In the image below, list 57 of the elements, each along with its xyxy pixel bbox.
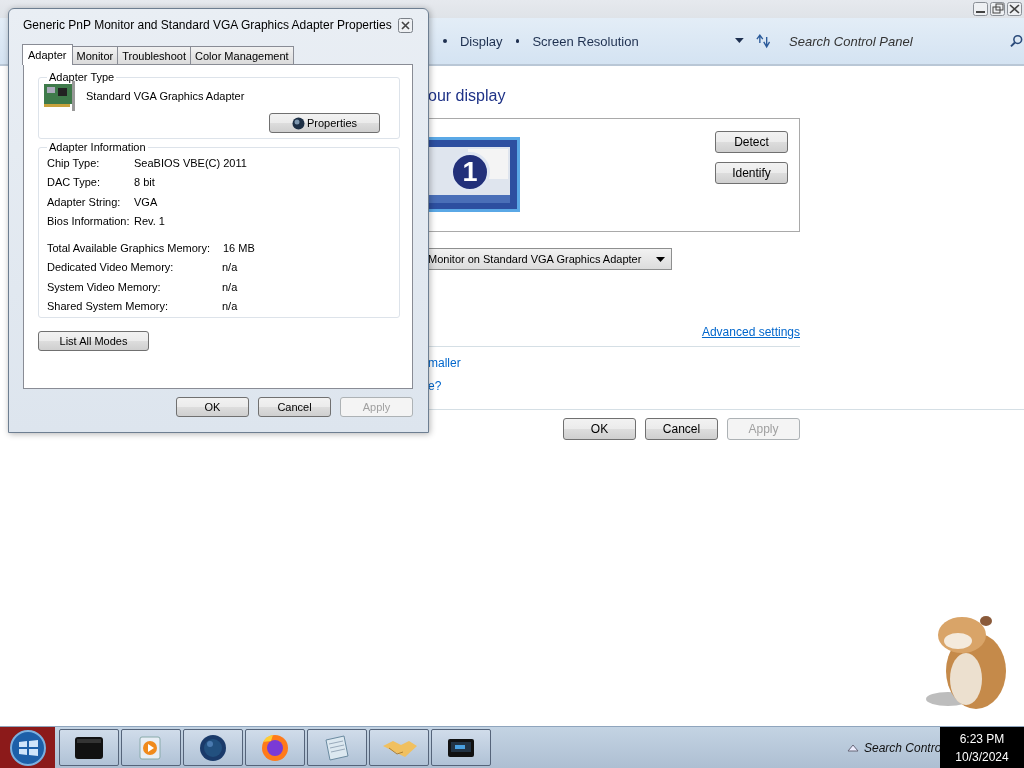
caret-icon [656, 256, 665, 262]
tab[interactable]: Troubleshoot [117, 46, 192, 64]
info-value: VGA [134, 195, 158, 208]
info-value: 16 MB [223, 241, 255, 254]
restore-button[interactable] [990, 2, 1005, 16]
info-value: n/a [222, 261, 238, 274]
info-label: Total Available Graphics Memory: [47, 241, 212, 254]
info-label: Adapter String: [47, 195, 122, 208]
search-icon[interactable] [1010, 34, 1024, 48]
help-link[interactable]: maller [428, 356, 800, 370]
info-value: SeaBIOS VBE(C) 2011 [134, 156, 247, 169]
tab[interactable]: Color Management [190, 46, 294, 64]
info-value: n/a [222, 300, 238, 313]
detect-button[interactable]: Detect [715, 131, 788, 153]
group-title: Adapter Information [48, 141, 147, 153]
close-button[interactable] [1007, 2, 1022, 16]
taskbar-app[interactable] [59, 729, 119, 766]
start-button[interactable] [7, 729, 48, 766]
separator-icon [443, 39, 447, 43]
tab[interactable]: Adapter [22, 44, 73, 65]
ok-button[interactable]: OK [563, 418, 636, 440]
info-label: Bios Information: [47, 215, 131, 228]
taskbar-app[interactable] [431, 729, 491, 766]
breadcrumb[interactable]: Screen Resolution [532, 33, 639, 49]
info-value: 8 bit [134, 176, 155, 189]
dropdown-icon[interactable] [734, 38, 745, 44]
close-button[interactable] [398, 17, 413, 33]
dialog-title: Generic PnP Monitor and Standard VGA Graphics Adapter Properties [23, 18, 392, 32]
info-label: Shared System Memory: [47, 300, 170, 313]
breadcrumb[interactable]: Display [459, 33, 503, 49]
separator-icon [515, 39, 520, 43]
display-dropdown[interactable]: Monitor on Standard VGA Graphics Adapter [428, 248, 672, 270]
adapter-name: Standard VGA Graphics Adapter [86, 90, 245, 102]
cancel-button[interactable]: Cancel [258, 397, 331, 417]
info-label: Chip Type: [47, 156, 101, 169]
list-all-modes-button[interactable]: List All Modes [38, 331, 149, 351]
refresh-icon[interactable] [754, 33, 770, 49]
properties-button[interactable]: Properties [269, 113, 380, 133]
ok-button[interactable]: OK [176, 397, 249, 417]
clock[interactable]: 6:23 PM 10/3/2024 [940, 727, 1024, 768]
identify-button[interactable]: Identify [715, 162, 788, 184]
info-label: System Video Memory: [47, 280, 162, 293]
cancel-button[interactable]: Cancel [645, 418, 718, 440]
tab[interactable]: Monitor [71, 46, 119, 64]
minimize-button[interactable] [973, 2, 988, 16]
graphics-card-icon [44, 81, 76, 111]
info-label: Dedicated Video Memory: [47, 261, 175, 274]
search-text: Search Contro [864, 740, 940, 755]
search-field[interactable]: Search Control Panel [780, 32, 995, 50]
help-link[interactable]: e? [428, 379, 800, 393]
info-label: DAC Type: [47, 176, 101, 189]
info-value: Rev. 1 [134, 215, 165, 228]
page-heading: our display [428, 87, 507, 106]
advanced-settings-link[interactable]: Advanced settings [701, 325, 800, 339]
info-value: n/a [222, 280, 238, 293]
group-title: Adapter Type [48, 71, 116, 83]
taskbar-app[interactable] [183, 729, 243, 766]
